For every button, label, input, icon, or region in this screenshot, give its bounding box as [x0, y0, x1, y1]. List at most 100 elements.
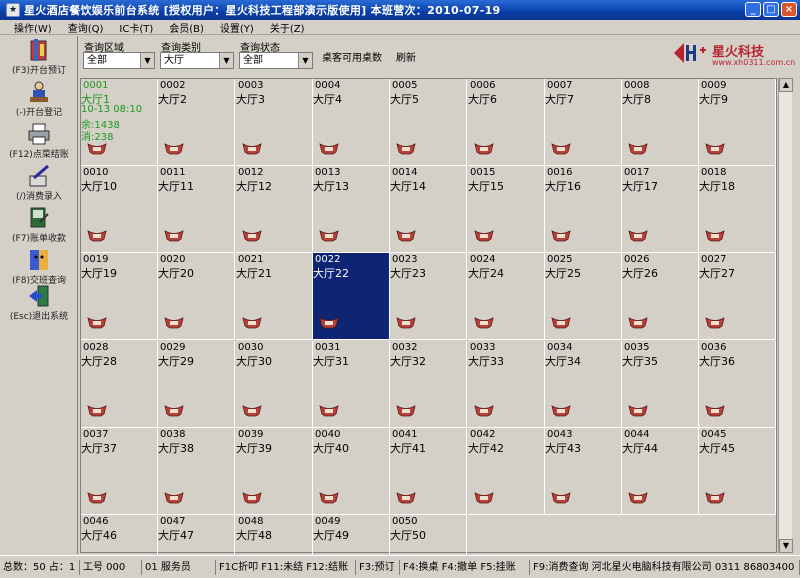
table-cell[interactable]: 0025 大厅25: [545, 253, 622, 340]
table-cell[interactable]: 0035 大厅35: [622, 341, 699, 428]
table-name: 大厅17: [622, 180, 658, 193]
table-number: 0033: [470, 342, 496, 353]
table-number: 0004: [315, 80, 341, 91]
table-cell[interactable]: 0020 大厅20: [158, 253, 235, 340]
table-cell[interactable]: 0024 大厅24: [468, 253, 545, 340]
table-cell[interactable]: 0004 大厅4: [313, 79, 390, 166]
reserve-button[interactable]: (F3)开台预订: [0, 38, 78, 80]
vertical-scrollbar[interactable]: ▲ ▼: [778, 78, 793, 553]
table-cell[interactable]: 0030 大厅30: [236, 341, 313, 428]
area-select[interactable]: 全部 ▼: [83, 52, 155, 69]
table-number: 0009: [701, 80, 727, 91]
table-cell[interactable]: 0021 大厅21: [236, 253, 313, 340]
table-cell[interactable]: 0019 大厅19: [81, 253, 158, 340]
menu-operate[interactable]: 操作(W): [14, 20, 52, 35]
scroll-up-button[interactable]: ▲: [779, 78, 793, 92]
menu-settings[interactable]: 设置(Y): [220, 20, 254, 35]
table-name: 大厅40: [313, 442, 349, 455]
table-seat-icon: [396, 230, 416, 242]
table-number: 0046: [83, 516, 109, 527]
menu-ic-card[interactable]: IC卡(T): [119, 20, 153, 35]
table-seat-icon: [319, 405, 339, 417]
table-seat-icon: [705, 317, 725, 329]
table-cell[interactable]: 0009 大厅9: [699, 79, 776, 166]
state-select[interactable]: 全部 ▼: [239, 52, 313, 69]
table-name: 大厅11: [158, 180, 194, 193]
table-cell[interactable]: 0026 大厅26: [622, 253, 699, 340]
menu-about[interactable]: 关于(Z): [270, 20, 305, 35]
table-cell[interactable]: 0028 大厅28: [81, 341, 158, 428]
table-cell[interactable]: 0034 大厅34: [545, 341, 622, 428]
refresh-link[interactable]: 刷新: [396, 49, 416, 64]
table-cell[interactable]: 0002 大厅2: [158, 79, 235, 166]
table-cell[interactable]: 0011 大厅11: [158, 166, 235, 253]
maximize-button[interactable]: □: [763, 2, 779, 17]
table-cell[interactable]: 0044 大厅44: [622, 428, 699, 515]
company-logo: 星火科技 www.xh0311.com.cn: [672, 38, 795, 70]
table-cell[interactable]: 0015 大厅15: [468, 166, 545, 253]
exit-system-button[interactable]: (Esc)退出系统: [0, 284, 78, 326]
table-cell[interactable]: 0036 大厅36: [699, 341, 776, 428]
type-select[interactable]: 大厅 ▼: [160, 52, 234, 69]
consumption-entry-button[interactable]: (/)消费录入: [0, 164, 78, 206]
table-seat-icon: [628, 230, 648, 242]
table-cell[interactable]: 0031 大厅31: [313, 341, 390, 428]
table-seat-icon: [242, 230, 262, 242]
table-cell[interactable]: 0038 大厅38: [158, 428, 235, 515]
table-number: 0006: [470, 80, 496, 91]
table-number: 0048: [238, 516, 264, 527]
scroll-down-button[interactable]: ▼: [779, 539, 793, 553]
table-cell[interactable]: 0037 大厅37: [81, 428, 158, 515]
table-cell[interactable]: 0029 大厅29: [158, 341, 235, 428]
table-cell[interactable]: 0003 大厅3: [236, 79, 313, 166]
table-name: 大厅47: [158, 529, 194, 542]
table-cell[interactable]: 0023 大厅23: [390, 253, 467, 340]
status-hotkeys-3: F4:换桌 F4:撤单 F5:挂账: [400, 559, 530, 575]
table-cell[interactable]: 0001 大厅1 10-13 08:10 余:1438 消:238: [81, 79, 158, 166]
table-cell[interactable]: 0014 大厅14: [390, 166, 467, 253]
table-seat-icon: [396, 405, 416, 417]
open-table-button[interactable]: (-)开台登记: [0, 80, 78, 122]
exit-icon: [29, 285, 49, 307]
menu-query[interactable]: 查询(Q): [68, 20, 104, 35]
table-cell[interactable]: 0027 大厅27: [699, 253, 776, 340]
table-cell[interactable]: 0022 大厅22: [313, 253, 390, 340]
table-cell[interactable]: 0039 大厅39: [236, 428, 313, 515]
minimize-button[interactable]: _: [745, 2, 761, 17]
table-name: 大厅26: [622, 267, 658, 280]
table-name: 大厅10: [81, 180, 117, 193]
table-cell[interactable]: 0007 大厅7: [545, 79, 622, 166]
table-seat-icon: [396, 143, 416, 155]
table-cell[interactable]: 0016 大厅16: [545, 166, 622, 253]
table-cell[interactable]: 0005 大厅5: [390, 79, 467, 166]
sidebar-item-label: (/)消费录入: [15, 192, 63, 202]
table-cell[interactable]: 0042 大厅42: [468, 428, 545, 515]
table-seat-icon: [396, 492, 416, 504]
table-cell[interactable]: 0040 大厅40: [313, 428, 390, 515]
app-icon[interactable]: ★: [6, 3, 20, 17]
bill-payment-button[interactable]: (F7)账单收款: [0, 206, 78, 248]
table-cell[interactable]: 0045 大厅45: [699, 428, 776, 515]
table-number: 0047: [160, 516, 186, 527]
close-button[interactable]: ×: [781, 2, 797, 17]
table-cell[interactable]: 0017 大厅17: [622, 166, 699, 253]
table-seat-icon: [242, 492, 262, 504]
table-cell[interactable]: 0018 大厅18: [699, 166, 776, 253]
table-cell[interactable]: 0010 大厅10: [81, 166, 158, 253]
table-cell[interactable]: 0041 大厅41: [390, 428, 467, 515]
table-seat-icon: [242, 405, 262, 417]
table-cell[interactable]: 0032 大厅32: [390, 341, 467, 428]
table-cell[interactable]: 0013 大厅13: [313, 166, 390, 253]
order-checkout-button[interactable]: (F12)点菜结账: [0, 122, 78, 164]
table-cell[interactable]: 0008 大厅8: [622, 79, 699, 166]
table-number: 0020: [160, 254, 186, 265]
table-cell[interactable]: 0012 大厅12: [236, 166, 313, 253]
table-cell[interactable]: 0006 大厅6: [468, 79, 545, 166]
table-cell[interactable]: 0033 大厅33: [468, 341, 545, 428]
table-cell[interactable]: 0043 大厅43: [545, 428, 622, 515]
table-name: 大厅27: [699, 267, 735, 280]
sidebar-item-label: (-)开台登记: [15, 108, 63, 118]
table-number: 0040: [315, 429, 341, 440]
table-number: 0016: [547, 167, 573, 178]
menu-member[interactable]: 会员(B): [169, 20, 204, 35]
